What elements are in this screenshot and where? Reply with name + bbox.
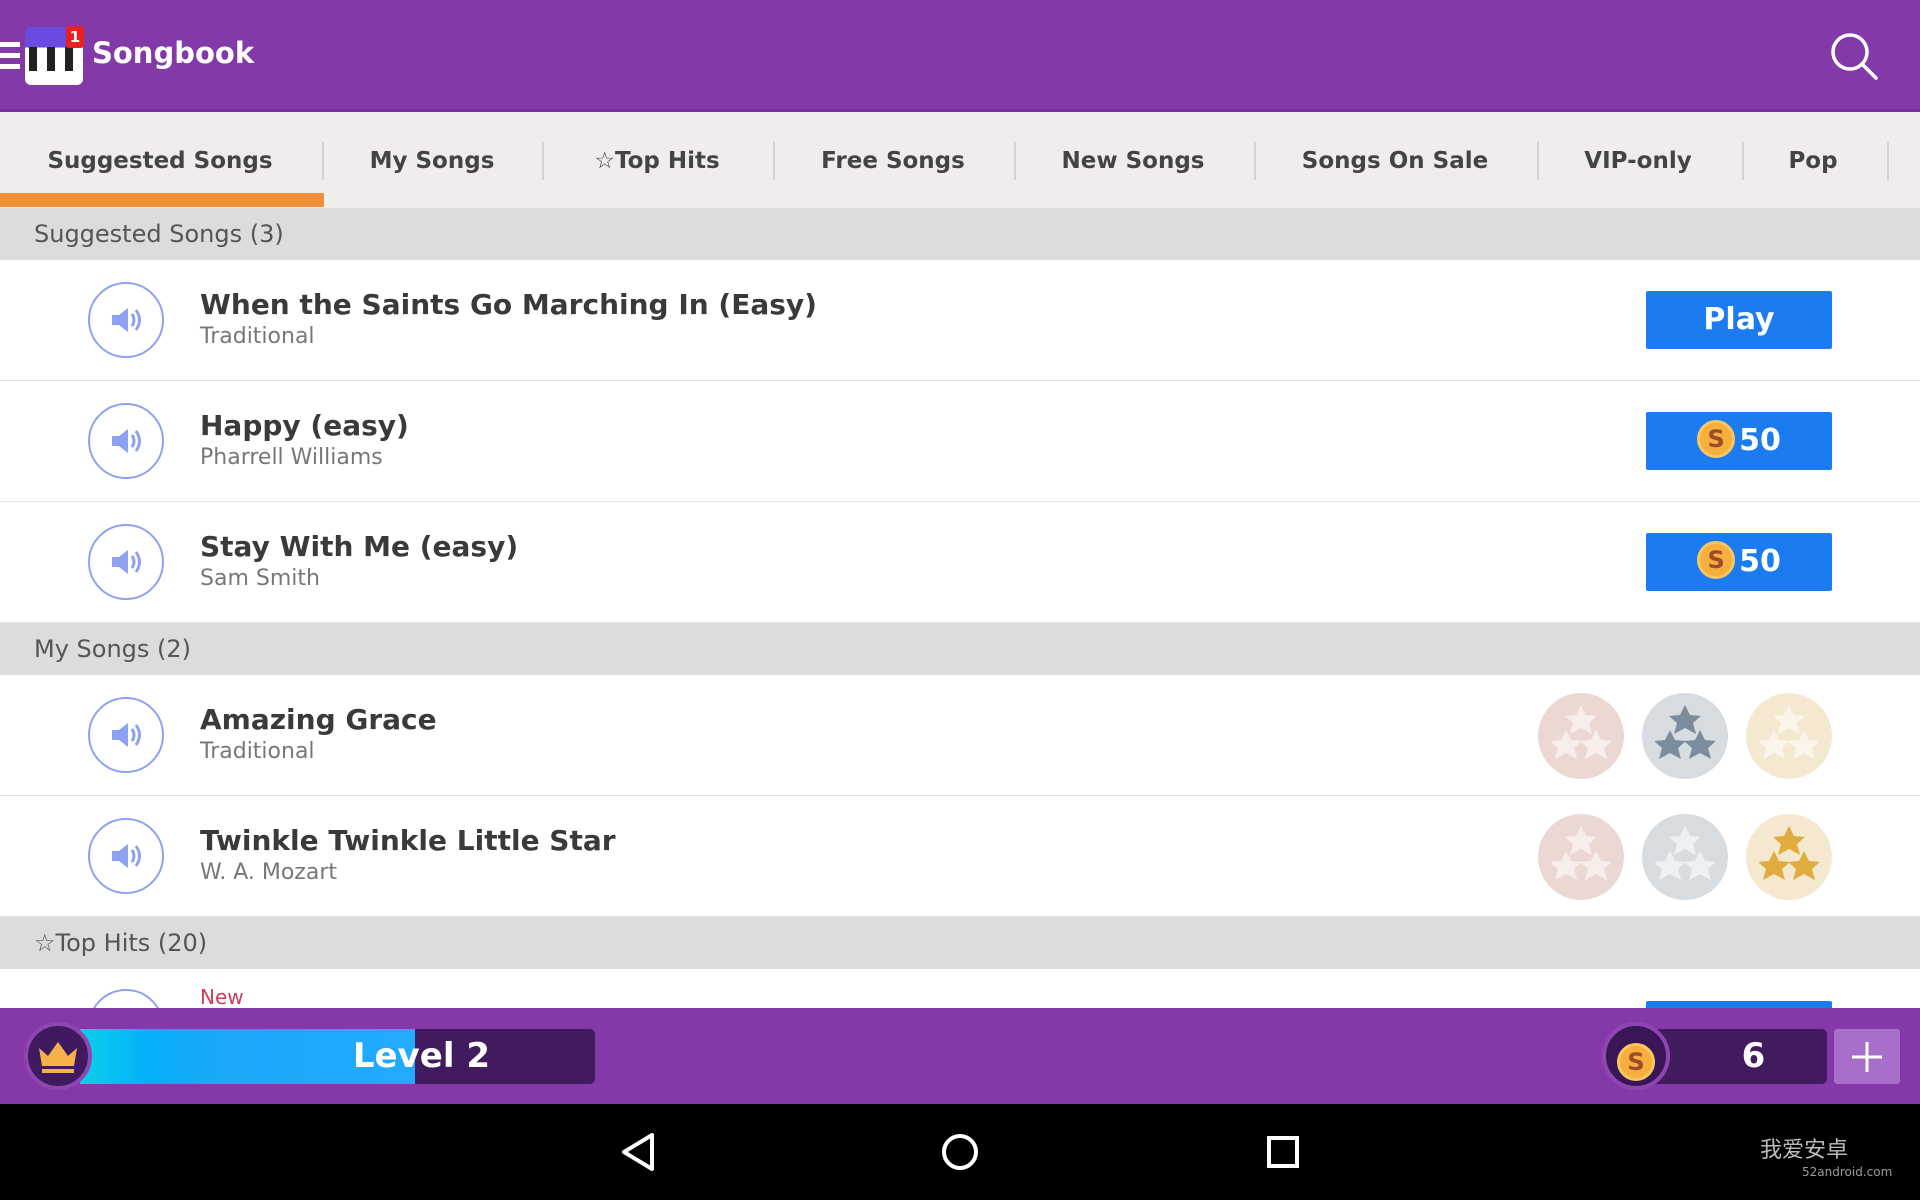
- preview-speaker-icon[interactable]: [88, 524, 164, 600]
- bronze-medal-icon: [1538, 814, 1624, 900]
- section-header-my-songs: My Songs (2): [0, 623, 1920, 675]
- song-artist: Pharrell Williams: [200, 445, 383, 470]
- active-tab-indicator: [0, 193, 324, 207]
- tab-divider: [322, 142, 324, 180]
- section-header-suggested: Suggested Songs (3): [0, 208, 1920, 260]
- song-artist: Sam Smith: [200, 566, 320, 591]
- search-icon[interactable]: [1828, 30, 1880, 82]
- buy-button[interactable]: S 50: [1646, 412, 1832, 470]
- tab-divider: [1742, 142, 1744, 180]
- play-button[interactable]: Play: [1646, 291, 1832, 349]
- coin-balance: 6: [1650, 1029, 1827, 1084]
- silver-medal-icon: [1642, 814, 1728, 900]
- preview-speaker-icon[interactable]: [88, 818, 164, 894]
- coin-icon: S: [1697, 419, 1736, 458]
- tab-divider: [773, 142, 775, 180]
- preview-speaker-icon[interactable]: [88, 282, 164, 358]
- gold-medal-icon: [1746, 693, 1832, 779]
- back-icon[interactable]: [618, 1131, 658, 1173]
- tab-songs-on-sale[interactable]: Songs On Sale: [1302, 112, 1488, 208]
- silver-medal-icon: [1642, 693, 1728, 779]
- song-title: Amazing Grace: [200, 703, 437, 736]
- watermark-url: 52android.com: [1802, 1165, 1893, 1179]
- add-coins-button[interactable]: [1834, 1029, 1900, 1084]
- gold-medal-icon: [1746, 814, 1832, 900]
- preview-speaker-icon[interactable]: [88, 697, 164, 773]
- tab-divider: [1537, 142, 1539, 180]
- recents-icon[interactable]: [1266, 1135, 1300, 1169]
- page-title: Songbook: [92, 36, 255, 70]
- tab-pop[interactable]: Pop: [1788, 112, 1837, 208]
- tab-divider: [542, 142, 544, 180]
- song-artist: W. A. Mozart: [200, 860, 338, 885]
- preview-speaker-icon[interactable]: [88, 403, 164, 479]
- song-row[interactable]: Amazing Grace Traditional: [0, 675, 1920, 796]
- notification-badge: 1: [66, 26, 84, 48]
- tab-top-hits[interactable]: ☆Top Hits: [594, 112, 719, 208]
- song-row[interactable]: Stay With Me (easy) Sam Smith S 50: [0, 502, 1920, 623]
- watermark-text: 我爱安卓: [1760, 1138, 1849, 1163]
- level-progress-bar: Level 2: [80, 1029, 595, 1084]
- app-header: [0, 0, 1920, 112]
- song-artist: Traditional: [200, 324, 315, 349]
- crown-icon[interactable]: [24, 1022, 92, 1090]
- tab-divider: [1014, 142, 1016, 180]
- buy-button[interactable]: S 50: [1646, 533, 1832, 591]
- tab-vip-only[interactable]: VIP-only: [1584, 112, 1691, 208]
- tab-new-songs[interactable]: New Songs: [1062, 112, 1205, 208]
- tab-my-songs[interactable]: My Songs: [370, 112, 495, 208]
- new-badge: New: [200, 985, 244, 1009]
- tab-divider: [1887, 142, 1889, 180]
- coin-icon: S: [1602, 1022, 1670, 1090]
- tab-divider: [1254, 142, 1256, 180]
- bronze-medal-icon: [1538, 693, 1624, 779]
- level-label: Level 2: [352, 1036, 490, 1076]
- song-title: Happy (easy): [200, 409, 409, 442]
- song-title: When the Saints Go Marching In (Easy): [200, 288, 817, 321]
- song-row[interactable]: Happy (easy) Pharrell Williams S 50: [0, 381, 1920, 502]
- tab-free-songs[interactable]: Free Songs: [821, 112, 965, 208]
- song-title: Twinkle Twinkle Little Star: [200, 824, 616, 857]
- price: 50: [1739, 544, 1781, 579]
- hamburger-menu-icon[interactable]: [0, 42, 20, 72]
- price: 50: [1739, 423, 1781, 458]
- song-row[interactable]: Twinkle Twinkle Little Star W. A. Mozart: [0, 796, 1920, 917]
- song-artist: Traditional: [200, 739, 315, 764]
- home-icon[interactable]: [940, 1132, 980, 1172]
- song-row[interactable]: When the Saints Go Marching In (Easy) Tr…: [0, 260, 1920, 381]
- coin-icon: S: [1697, 540, 1736, 579]
- song-title: Stay With Me (easy): [200, 530, 519, 563]
- section-header-top-hits: ☆Top Hits (20): [0, 917, 1920, 969]
